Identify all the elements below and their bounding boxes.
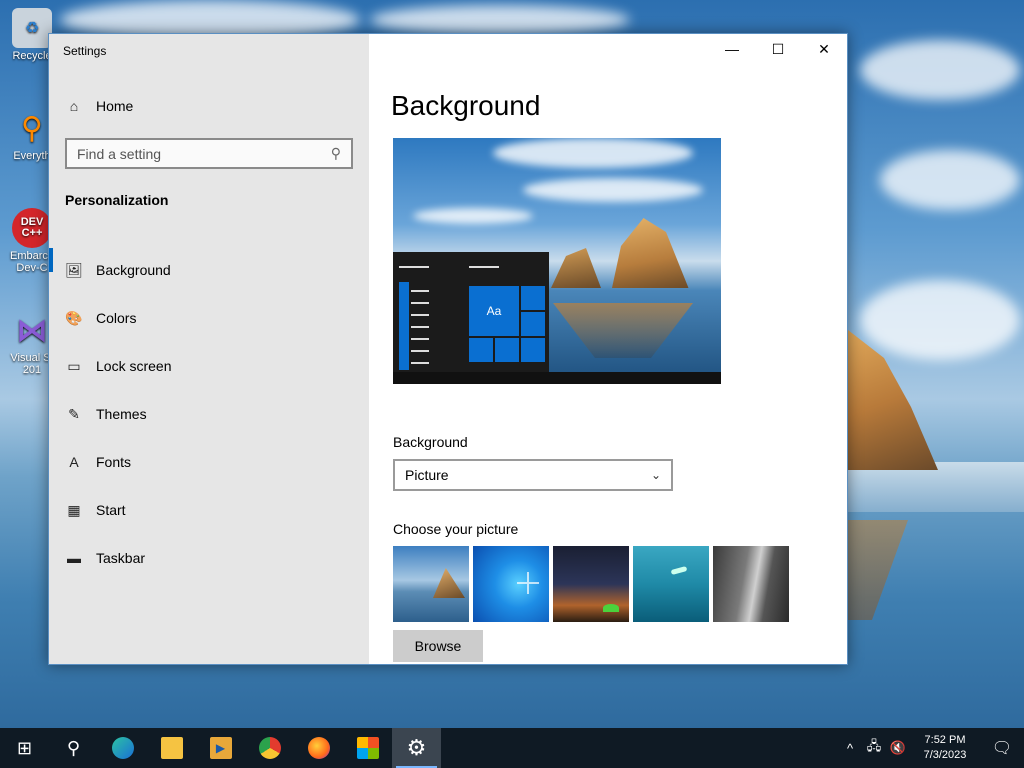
taskbar-clock[interactable]: 7:52 PM 7/3/2023 — [910, 733, 980, 763]
start-menu-icon: ▦ — [67, 501, 81, 518]
sidebar-item-label: Taskbar — [96, 550, 146, 566]
sidebar-item-label: Background — [96, 262, 171, 278]
media-player-icon: ▶ — [209, 737, 232, 759]
picture-thumbnail[interactable] — [393, 546, 469, 622]
background-preview: Aa — [393, 138, 721, 384]
gear-icon: ⚙ — [406, 735, 427, 760]
folder-icon — [160, 737, 183, 759]
search-icon: ⚲ — [66, 737, 81, 758]
page-title: Background — [391, 90, 541, 121]
sidebar-item-colors[interactable]: 🎨 Colors — [65, 294, 365, 342]
settings-window: Settings ⌂ Home Find a setting ⚲ Persona… — [48, 33, 848, 665]
themes-icon: ✎ — [68, 405, 80, 422]
search-icon[interactable]: ⚲ — [331, 145, 341, 162]
everything-search-icon: ⚲ — [21, 111, 43, 145]
picture-thumbnail[interactable] — [713, 546, 789, 622]
sidebar-item-label: Start — [96, 502, 126, 518]
sidebar-item-label: Fonts — [96, 454, 132, 470]
sidebar-item-label: Themes — [96, 406, 147, 422]
minimize-button[interactable]: — — [709, 34, 755, 64]
background-type-dropdown[interactable]: Picture ⌄ — [393, 459, 673, 491]
background-type-label: Background — [393, 434, 468, 450]
firefox-icon — [307, 737, 330, 759]
browse-button[interactable]: Browse — [393, 630, 483, 662]
palette-icon: 🎨 — [65, 309, 83, 326]
choose-picture-label: Choose your picture — [393, 521, 519, 537]
settings-content: — ☐ ✕ Background Aa Background Picture ⌄… — [369, 34, 847, 664]
find-setting-search[interactable]: Find a setting ⚲ — [65, 138, 353, 169]
fonts-icon: A — [69, 454, 79, 470]
picture-thumbnail[interactable] — [553, 546, 629, 622]
taskbar-icon: ▬ — [67, 550, 81, 566]
devcpp-icon: DEV C++ — [12, 208, 52, 248]
maximize-button[interactable]: ☐ — [755, 34, 801, 64]
notification-center-icon[interactable]: 🗨 — [980, 738, 1024, 758]
taskbar-settings[interactable]: ⚙ — [392, 728, 441, 768]
taskbar-firefox[interactable] — [294, 728, 343, 768]
sidebar-item-lock-screen[interactable]: ▭ Lock screen — [65, 342, 365, 390]
picture-thumbnail[interactable] — [633, 546, 709, 622]
sidebar-item-fonts[interactable]: A Fonts — [65, 438, 365, 486]
close-button[interactable]: ✕ — [801, 34, 847, 64]
sidebar-item-start[interactable]: ▦ Start — [65, 486, 365, 534]
window-controls: — ☐ ✕ — [709, 34, 847, 64]
windows-start-icon: ⊞ — [16, 737, 33, 758]
search-input[interactable]: Find a setting — [77, 146, 331, 162]
window-title: Settings — [63, 44, 107, 58]
section-title: Personalization — [65, 192, 169, 208]
taskbar-store[interactable] — [343, 728, 392, 768]
settings-sidebar: Settings ⌂ Home Find a setting ⚲ Persona… — [49, 34, 369, 664]
home-icon: ⌂ — [69, 98, 79, 114]
taskbar-media-app[interactable]: ▶ — [196, 728, 245, 768]
edge-icon — [111, 737, 134, 759]
network-icon[interactable]: 🖧 — [862, 737, 886, 759]
picture-thumbnails — [393, 546, 789, 622]
system-tray: ^ 🖧 🔇 7:52 PM 7/3/2023 🗨 — [838, 728, 1024, 768]
personalization-nav: 🖼 Background 🎨 Colors ▭ Lock screen ✎ Th… — [49, 246, 365, 582]
chevron-down-icon: ⌄ — [650, 468, 661, 482]
volume-muted-icon[interactable]: 🔇 — [886, 740, 910, 756]
preview-tile: Aa — [469, 286, 519, 336]
lock-screen-icon: ▭ — [67, 357, 81, 374]
taskbar-edge[interactable] — [98, 728, 147, 768]
sidebar-item-background[interactable]: 🖼 Background — [49, 246, 365, 294]
taskbar-file-explorer[interactable] — [147, 728, 196, 768]
recycle-bin-icon: ♻ — [12, 8, 52, 48]
store-icon — [356, 737, 379, 759]
taskbar-chrome[interactable] — [245, 728, 294, 768]
home-nav-item[interactable]: ⌂ Home — [65, 94, 134, 118]
clock-date: 7/3/2023 — [923, 749, 967, 761]
home-label: Home — [96, 98, 134, 114]
start-button[interactable]: ⊞ — [0, 728, 49, 768]
visual-studio-icon: ⋈ — [16, 312, 48, 348]
start-menu-preview: Aa — [393, 252, 549, 372]
clock-time: 7:52 PM — [924, 734, 966, 746]
picture-icon: 🖼 — [65, 261, 83, 278]
tray-overflow-chevron-icon[interactable]: ^ — [838, 741, 862, 756]
sidebar-item-themes[interactable]: ✎ Themes — [65, 390, 365, 438]
taskbar: ⊞ ⚲ ▶ ⚙ ^ 🖧 🔇 7:52 PM 7/3/2023 🗨 — [0, 728, 1024, 768]
picture-thumbnail[interactable] — [473, 546, 549, 622]
taskbar-search-button[interactable]: ⚲ — [49, 728, 98, 768]
chrome-icon — [258, 737, 281, 759]
sidebar-item-taskbar[interactable]: ▬ Taskbar — [65, 534, 365, 582]
sidebar-item-label: Lock screen — [96, 358, 172, 374]
dropdown-value: Picture — [405, 467, 449, 483]
sidebar-item-label: Colors — [96, 310, 137, 326]
